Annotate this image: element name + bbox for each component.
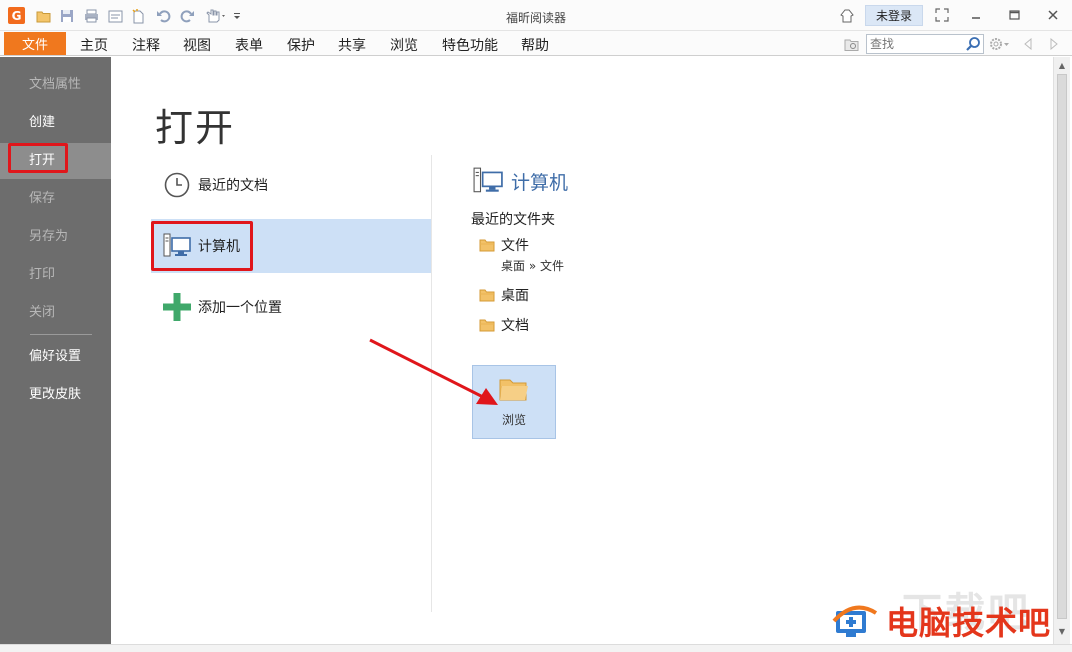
title-bar: G 福昕阅读器 未登录 [0, 0, 1072, 31]
tab-file[interactable]: 文件 [4, 32, 66, 55]
vertical-scrollbar[interactable]: ▲ ▼ [1053, 57, 1070, 644]
recent-folder-item[interactable]: 桌面 [479, 285, 529, 305]
search-input[interactable] [867, 35, 963, 53]
tab-protect[interactable]: 保护 [287, 35, 315, 55]
sidebar-item-preferences[interactable]: 偏好设置 [0, 339, 111, 375]
computer-icon [473, 167, 503, 195]
maximize-button[interactable] [1001, 5, 1027, 25]
tab-home[interactable]: 主页 [80, 35, 108, 55]
computer-section-title: 计算机 [473, 167, 568, 195]
scroll-down-icon[interactable]: ▼ [1057, 627, 1067, 637]
tab-comment[interactable]: 注释 [132, 35, 160, 55]
tab-view[interactable]: 视图 [183, 35, 211, 55]
next-result-icon[interactable] [1047, 35, 1061, 53]
add-plus-icon [162, 292, 192, 322]
recent-folder-item[interactable]: 文件 [479, 235, 529, 255]
place-label: 最近的文档 [198, 178, 268, 194]
tab-browse[interactable]: 浏览 [390, 35, 418, 55]
folder-icon [479, 239, 495, 252]
sidebar-item-change-skin[interactable]: 更改皮肤 [0, 377, 111, 413]
menu-bar: 文件 主页 注释 视图 表单 保护 共享 浏览 特色功能 帮助 [0, 31, 1072, 56]
sidebar-item-properties[interactable]: 文档属性 [0, 67, 111, 103]
place-recent-documents[interactable]: 最近的文档 [151, 158, 431, 212]
folder-icon [479, 289, 495, 302]
open-panel: 打开 最近的文档 计算机 添加一个位置 计算机 最近的文件夹 文件 桌面 » 文… [111, 57, 1053, 644]
highlight-computer-annotation [151, 221, 253, 271]
recent-folders-label: 最近的文件夹 [471, 212, 555, 228]
scroll-up-icon[interactable]: ▲ [1057, 61, 1067, 71]
annotation-arrow-icon [369, 338, 498, 405]
highlight-open-annotation [8, 143, 68, 173]
place-add-location[interactable]: 添加一个位置 [151, 280, 431, 334]
tab-features[interactable]: 特色功能 [442, 35, 498, 55]
sidebar-item-print[interactable]: 打印 [0, 257, 111, 293]
folder-name: 文件 [501, 238, 529, 254]
sidebar-divider [30, 334, 92, 335]
watermark: 电脑技术吧 [832, 598, 1051, 644]
section-title-text: 计算机 [511, 171, 569, 194]
find-folder-icon[interactable] [843, 36, 861, 54]
clock-icon [162, 170, 192, 200]
page-title: 打开 [155, 106, 236, 150]
tab-form[interactable]: 表单 [235, 35, 263, 55]
sidebar-item-create[interactable]: 创建 [0, 105, 111, 141]
sidebar-item-save-as[interactable]: 另存为 [0, 219, 111, 255]
minimize-button[interactable] [963, 5, 989, 25]
skin-icon[interactable] [838, 7, 856, 25]
tab-share[interactable]: 共享 [338, 35, 366, 55]
scrollbar-thumb[interactable] [1057, 74, 1067, 619]
search-field[interactable] [866, 34, 984, 54]
settings-gear-icon[interactable] [988, 35, 1012, 53]
watermark-text: 电脑技术吧 [886, 604, 1052, 642]
login-button[interactable]: 未登录 [865, 5, 923, 26]
tab-help[interactable]: 帮助 [521, 35, 549, 55]
status-bar [0, 644, 1072, 652]
sidebar-item-save[interactable]: 保存 [0, 181, 111, 217]
folder-name: 桌面 [501, 288, 529, 304]
search-icon[interactable] [965, 36, 981, 52]
watermark-logo-icon [832, 605, 878, 637]
fullscreen-icon[interactable] [929, 5, 955, 25]
folder-path: 桌面 » 文件 [501, 259, 564, 273]
sidebar-item-close[interactable]: 关闭 [0, 295, 111, 331]
place-label: 添加一个位置 [198, 300, 282, 316]
previous-result-icon[interactable] [1021, 35, 1035, 53]
close-button[interactable] [1040, 5, 1066, 25]
